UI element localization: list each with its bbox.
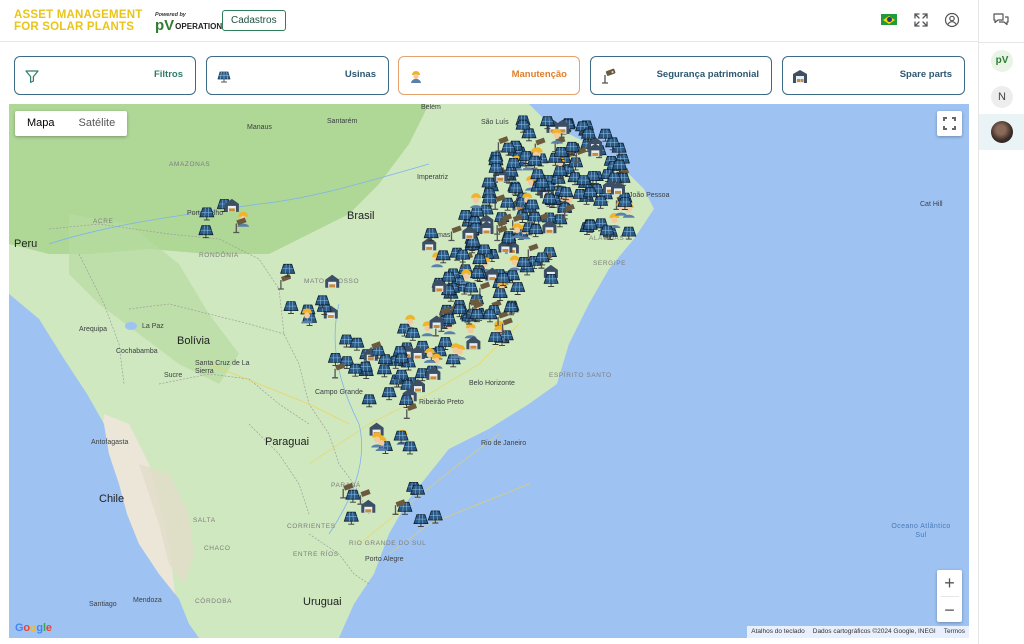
map-marker-solar-panel-icon[interactable] — [199, 207, 215, 221]
map-marker-solar-panel-icon[interactable] — [521, 128, 537, 142]
map-marker-solar-panel-icon[interactable] — [349, 337, 365, 351]
map-marker-solar-panel-icon[interactable] — [492, 288, 508, 302]
map-marker-technician-icon[interactable] — [470, 193, 482, 209]
google-logo: Google — [15, 622, 52, 634]
app-root: ASSET MANAGEMENT FOR SOLAR PLANTS Powere… — [0, 0, 1024, 644]
map-marker-solar-panel-icon[interactable] — [410, 484, 426, 498]
pv-app-avatar[interactable]: pV — [991, 50, 1013, 72]
usinas-card-label: Usinas — [344, 69, 376, 80]
map-marker-security-camera-icon[interactable] — [448, 225, 462, 242]
map-fullscreen-icon — [943, 117, 956, 130]
map-type-mapa[interactable]: Mapa — [15, 111, 67, 136]
map-fullscreen-button[interactable] — [937, 111, 962, 136]
map-view[interactable]: Brasil Peru Bolívia Paraguai Chile Urugu… — [9, 104, 969, 638]
map-marker-solar-panel-icon[interactable] — [481, 193, 498, 207]
user-photo-row[interactable] — [979, 114, 1024, 150]
filters-card-label: Filtros — [153, 69, 183, 80]
solar-panel-icon — [217, 71, 231, 83]
map-marker-security-camera-icon[interactable] — [403, 403, 418, 419]
pv-logo-text: pV — [155, 17, 175, 34]
warehouse-icon — [793, 70, 807, 83]
filter-icon — [25, 70, 39, 83]
category-cards: Filtros Usinas Manutenção Segurança patr… — [14, 56, 966, 95]
seguranca-card[interactable]: Segurança patrimonial — [590, 56, 772, 95]
map-marker-solar-panel-icon[interactable] — [376, 364, 392, 378]
user-photo-avatar[interactable] — [991, 121, 1013, 143]
fullscreen-icon[interactable] — [913, 12, 929, 28]
map-marker-solar-panel-icon[interactable] — [361, 394, 377, 408]
map-marker-solar-panel-icon[interactable] — [393, 430, 409, 444]
map-marker-solar-panel-icon[interactable] — [413, 514, 429, 528]
map-marker-solar-panel-icon[interactable] — [280, 263, 296, 277]
brazil-flag-icon[interactable] — [881, 14, 897, 25]
brand-line-1: ASSET MANAGEMENT — [14, 9, 143, 21]
map-marker-solar-panel-icon[interactable] — [423, 228, 439, 242]
user-profile-icon[interactable] — [944, 12, 960, 28]
usinas-card[interactable]: Usinas — [206, 56, 389, 95]
map-marker-warehouse-icon[interactable] — [361, 499, 376, 513]
map-data-credit: Dados cartográficos ©2024 Google, INEGI — [812, 628, 936, 635]
map-marker-solar-panel-icon[interactable] — [343, 511, 359, 525]
powered-by-logo: Powered by pV OPERATION — [155, 12, 222, 33]
manutencao-card-label: Manutenção — [511, 69, 567, 80]
operation-logo-text: OPERATION — [175, 21, 223, 31]
map-marker-solar-panel-icon[interactable] — [543, 273, 559, 287]
map-marker-solar-panel-icon[interactable] — [621, 226, 637, 240]
zoom-in-button[interactable]: + — [937, 570, 962, 596]
spare-parts-card[interactable]: Spare parts — [782, 56, 965, 95]
brand-logo[interactable]: ASSET MANAGEMENT FOR SOLAR PLANTS — [14, 9, 142, 33]
map-type-satelite[interactable]: Satélite — [67, 111, 128, 136]
cadastros-button[interactable]: Cadastros — [222, 10, 286, 31]
map-marker-solar-panel-icon[interactable] — [405, 327, 421, 341]
security-camera-icon — [602, 68, 616, 84]
map-markers-layer[interactable] — [9, 104, 969, 638]
brand-line-2: FOR SOLAR PLANTS — [14, 21, 135, 33]
zoom-out-button[interactable]: − — [937, 597, 962, 623]
map-type-toggle[interactable]: Mapa Satélite — [15, 111, 128, 136]
map-marker-solar-panel-icon[interactable] — [283, 301, 299, 315]
map-marker-solar-panel-icon[interactable] — [345, 489, 361, 503]
chat-icon[interactable] — [992, 12, 1010, 28]
map-marker-warehouse-icon[interactable] — [325, 274, 340, 288]
filters-card[interactable]: Filtros — [14, 56, 196, 95]
map-marker-warehouse-icon[interactable] — [422, 237, 437, 251]
map-marker-solar-panel-icon[interactable] — [510, 282, 526, 295]
user-initial-avatar[interactable]: N — [991, 86, 1013, 108]
manutencao-card[interactable]: Manutenção — [398, 56, 580, 95]
seguranca-card-label: Segurança patrimonial — [656, 69, 759, 80]
map-marker-solar-panel-icon[interactable] — [482, 309, 498, 323]
map-marker-security-camera-icon[interactable] — [476, 281, 491, 298]
terms-link[interactable]: Termos — [940, 626, 969, 638]
map-marker-solar-panel-icon[interactable] — [381, 387, 397, 401]
keyboard-shortcuts-link[interactable]: Atalhos do teclado — [747, 626, 808, 638]
map-marker-solar-panel-icon[interactable] — [470, 268, 486, 282]
right-rail: pV N — [978, 0, 1024, 644]
map-marker-solar-panel-icon[interactable] — [198, 225, 214, 239]
top-header: ASSET MANAGEMENT FOR SOLAR PLANTS Powere… — [0, 0, 978, 42]
map-zoom-control: + − — [937, 570, 962, 622]
map-marker-technician-icon[interactable] — [464, 323, 477, 339]
map-marker-solar-panel-icon[interactable] — [402, 441, 418, 455]
spare-parts-card-label: Spare parts — [899, 69, 952, 80]
technician-icon — [411, 71, 421, 83]
map-marker-solar-panel-icon[interactable] — [593, 195, 609, 209]
map-marker-solar-panel-icon[interactable] — [463, 282, 479, 296]
map-marker-solar-panel-icon[interactable] — [427, 510, 443, 524]
map-attribution: Atalhos do teclado Dados cartográficos ©… — [747, 626, 969, 638]
